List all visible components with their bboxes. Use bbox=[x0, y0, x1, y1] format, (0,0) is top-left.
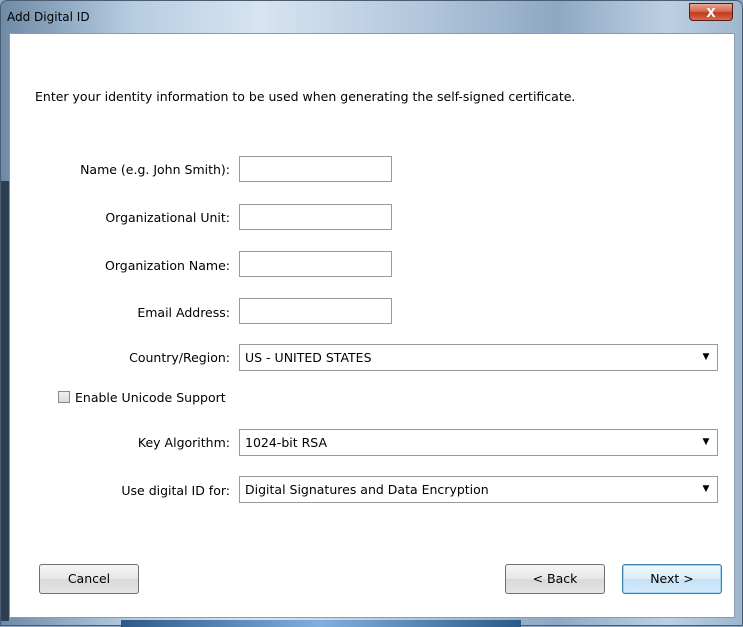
dialog-content: Enter your identity information to be us… bbox=[9, 33, 735, 618]
close-icon: X bbox=[706, 6, 716, 20]
key-algorithm-value: 1024-bit RSA bbox=[245, 435, 328, 450]
next-button[interactable]: Next > bbox=[622, 564, 722, 594]
use-for-value: Digital Signatures and Data Encryption bbox=[245, 482, 489, 497]
org-unit-field[interactable] bbox=[239, 204, 392, 230]
org-name-field[interactable] bbox=[239, 251, 392, 277]
email-label: Email Address: bbox=[137, 305, 230, 320]
use-for-label: Use digital ID for: bbox=[121, 483, 230, 498]
org-name-label: Organization Name: bbox=[105, 258, 230, 273]
cancel-button[interactable]: Cancel bbox=[39, 564, 139, 594]
chevron-down-icon[interactable]: ▼ bbox=[695, 477, 717, 502]
chevron-down-icon[interactable]: ▼ bbox=[695, 345, 717, 370]
dialog-window: Add Digital ID X Enter your identity inf… bbox=[0, 0, 743, 627]
unicode-checkbox[interactable] bbox=[58, 391, 70, 403]
window-edge-shadow bbox=[1, 181, 9, 621]
name-label: Name (e.g. John Smith): bbox=[80, 162, 230, 177]
window-title: Add Digital ID bbox=[7, 10, 90, 24]
country-value: US - UNITED STATES bbox=[245, 350, 372, 365]
intro-text: Enter your identity information to be us… bbox=[35, 89, 576, 104]
org-unit-label: Organizational Unit: bbox=[105, 210, 230, 225]
key-algorithm-label: Key Algorithm: bbox=[137, 435, 230, 450]
title-bar[interactable]: Add Digital ID X bbox=[1, 1, 742, 33]
country-select[interactable]: US - UNITED STATES ▼ bbox=[239, 344, 718, 371]
use-for-select[interactable]: Digital Signatures and Data Encryption ▼ bbox=[239, 476, 718, 503]
chevron-down-icon[interactable]: ▼ bbox=[695, 430, 717, 455]
close-button[interactable]: X bbox=[689, 3, 733, 21]
unicode-label: Enable Unicode Support bbox=[75, 390, 226, 405]
country-label: Country/Region: bbox=[129, 350, 230, 365]
back-button[interactable]: < Back bbox=[505, 564, 605, 594]
email-field[interactable] bbox=[239, 298, 392, 324]
key-algorithm-select[interactable]: 1024-bit RSA ▼ bbox=[239, 429, 718, 456]
name-field[interactable] bbox=[239, 156, 392, 182]
